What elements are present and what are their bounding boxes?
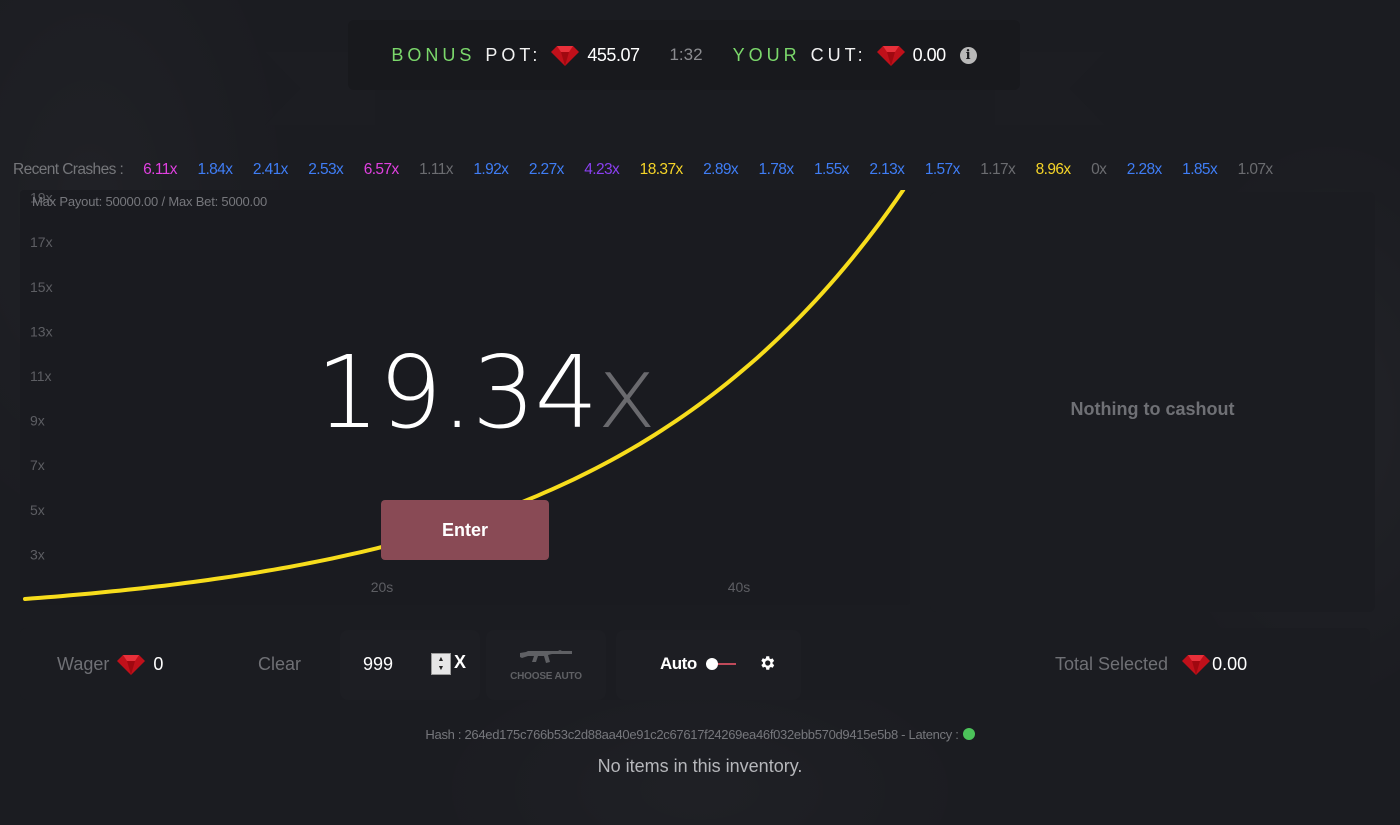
spinner-down-icon[interactable]: ▼ <box>438 664 445 673</box>
recent-crash-item[interactable]: 2.13x <box>869 161 905 179</box>
recent-crash-item[interactable]: 1.84x <box>197 161 233 179</box>
y-tick-label: 17x <box>30 234 53 250</box>
spinner-up-icon[interactable]: ▲ <box>438 655 445 664</box>
wager-label: Wager <box>57 653 110 674</box>
rifle-icon <box>520 650 572 663</box>
y-tick-label: 11x <box>30 368 52 384</box>
y-tick-label: 3x <box>30 546 45 562</box>
recent-crash-item[interactable]: 1.07x <box>1238 161 1274 179</box>
recent-crash-item[interactable]: 4.23x <box>584 161 620 179</box>
your-cut-value: 0.00 <box>912 44 947 65</box>
y-tick-label: 7x <box>30 457 45 473</box>
wager-value: 0 <box>153 653 164 674</box>
bonus-pot-value: 455.07 <box>587 44 640 65</box>
y-tick-label: 13x <box>30 323 53 339</box>
cashout-empty-text: Nothing to cashout <box>1070 398 1235 419</box>
y-tick-label: 5x <box>30 502 45 518</box>
recent-crashes-list: 6.11x 1.84x 2.41x 2.53x 6.57x 1.11x 1.92x 2.27x… <box>143 161 1293 179</box>
recent-crash-item[interactable]: 2.28x <box>1127 161 1163 179</box>
recent-crash-item[interactable]: 1.17x <box>980 161 1016 179</box>
recent-crash-item[interactable]: 2.53x <box>308 161 344 179</box>
multiplier-value: 19.34 <box>316 334 598 451</box>
choose-auto-label: CHOOSE AUTO <box>510 671 582 682</box>
latency-indicator-icon <box>962 728 975 740</box>
gem-icon <box>876 46 905 66</box>
y-tick-label: 15x <box>30 279 53 295</box>
gem-icon <box>551 46 580 66</box>
enter-button[interactable]: Enter <box>381 500 549 560</box>
bonus-pot-banner: BONUS POT: 455.07 1:32 YOUR CUT: 0.00 i <box>348 20 1020 90</box>
x-tick-label: 20s <box>371 579 394 595</box>
number-spinner[interactable]: ▲ ▼ <box>431 653 451 675</box>
bet-controls: Wager 0 Clear ▲ ▼ X CHOOSE AUTO Auto Tot… <box>20 628 1370 700</box>
info-icon[interactable]: i <box>959 46 977 64</box>
clear-button[interactable]: Clear <box>258 650 301 678</box>
max-payout-info: Max Payout: 50000.00 / Max Bet: 5000.00 <box>32 194 268 209</box>
recent-crash-item[interactable]: 18.37x <box>640 161 684 179</box>
recent-crash-item[interactable]: 1.78x <box>759 161 795 179</box>
recent-crash-item[interactable]: 1.92x <box>473 161 509 179</box>
recent-crashes-label: Recent Crashes : <box>13 161 124 178</box>
recent-crash-item[interactable]: 6.11x <box>143 161 177 179</box>
choose-auto-button[interactable]: CHOOSE AUTO <box>486 630 606 700</box>
recent-crash-item[interactable]: 2.27x <box>529 161 565 179</box>
recent-crash-item[interactable]: 8.96x <box>1036 161 1072 179</box>
bonus-word: BONUS <box>391 44 476 65</box>
gear-icon[interactable] <box>758 654 776 672</box>
auto-label: Auto <box>660 654 697 673</box>
recent-crash-item[interactable]: 2.89x <box>703 161 739 179</box>
cashout-panel: Nothing to cashout <box>930 192 1375 612</box>
gem-icon <box>1182 655 1211 675</box>
cut-word: CUT: <box>810 44 867 65</box>
y-tick-label: 9x <box>30 413 45 429</box>
recent-crash-item[interactable]: 1.55x <box>814 161 850 179</box>
recent-crash-item[interactable]: 1.85x <box>1182 161 1218 179</box>
wager-display: Wager 0 <box>57 650 163 678</box>
total-selected: Total Selected 0.00 <box>1055 650 1247 678</box>
target-suffix: X <box>454 652 467 672</box>
crash-graph-panel: 3x 5x 7x 9x 11x 13x 15x 17x 19x 20s 40s Max Payout… <box>20 190 910 605</box>
hash-line: Hash : 264ed175c766b53c2d88aa40e91c2c676… <box>0 727 1400 742</box>
auto-cashout-input[interactable] <box>363 651 423 677</box>
bonus-timer: 1:32 <box>669 45 703 64</box>
current-multiplier: 19.34x <box>316 338 656 448</box>
multiplier-suffix: x <box>597 334 656 451</box>
recent-crash-item[interactable]: 1.11x <box>419 161 453 179</box>
gem-icon <box>117 655 146 675</box>
recent-crash-item[interactable]: 1.57x <box>925 161 961 179</box>
recent-crash-item[interactable]: 6.57x <box>364 161 400 179</box>
hash-text: Hash : 264ed175c766b53c2d88aa40e91c2c676… <box>425 727 959 742</box>
recent-crashes-bar: Recent Crashes : 6.11x 1.84x 2.41x 2.53x 6.5… <box>13 159 1293 181</box>
total-selected-value: 0.00 <box>1212 653 1248 674</box>
your-word: YOUR <box>732 44 801 65</box>
recent-crash-item[interactable]: 2.41x <box>253 161 289 179</box>
total-selected-label: Total Selected <box>1055 653 1169 674</box>
auto-toggle[interactable] <box>706 657 738 671</box>
inventory-empty-text: No items in this inventory. <box>597 756 803 776</box>
toggle-knob <box>706 658 718 670</box>
toggle-track <box>716 663 736 665</box>
x-tick-label: 40s <box>728 579 751 595</box>
recent-crash-item[interactable]: 0x <box>1091 161 1107 179</box>
pot-word: POT: <box>485 44 542 65</box>
